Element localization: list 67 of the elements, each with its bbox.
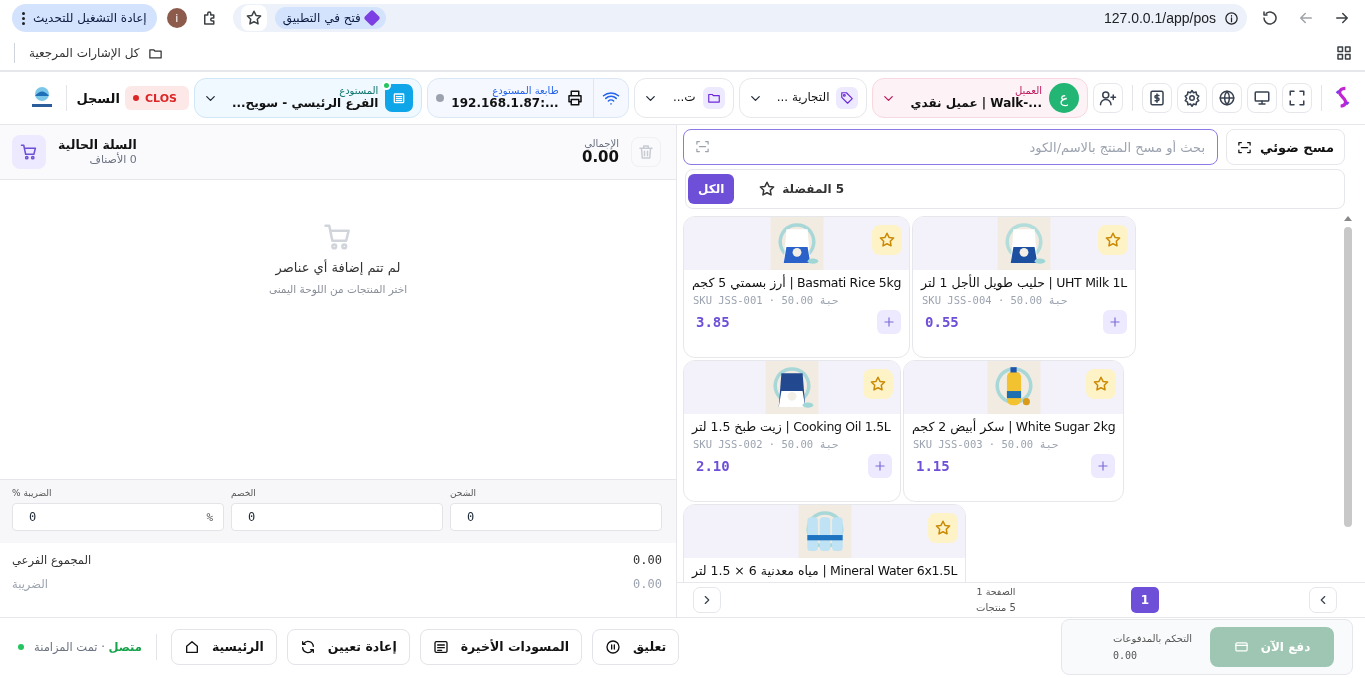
category-dropdown[interactable]: ت... bbox=[633, 78, 734, 118]
customer-selector[interactable]: ع العميل عميل نقدي | Walk-... bbox=[872, 78, 1088, 118]
address-text: 127.0.0.1/app/pos bbox=[1103, 10, 1216, 26]
total-value: 0.00 bbox=[582, 149, 619, 167]
page-button[interactable]: 1 bbox=[1131, 587, 1159, 613]
summary-label: المجموع الفرعي bbox=[12, 553, 92, 567]
field-value: 0 bbox=[29, 510, 37, 524]
cart-item-count: 0 الأصناف bbox=[88, 152, 137, 168]
brand-dropdown[interactable]: التجارية ... bbox=[738, 78, 868, 118]
reset-button[interactable]: إعادة تعيين bbox=[286, 628, 410, 665]
warehouse-selector[interactable]: المستودع الفرع الرئيسي - سويح... bbox=[193, 78, 423, 118]
field-value: 0 bbox=[467, 510, 475, 524]
filter-tab[interactable]: 5 المفضلة bbox=[748, 174, 855, 204]
cart-title: السلة الحالية bbox=[58, 136, 137, 152]
register-label: السجل bbox=[76, 90, 120, 106]
number-field[interactable]: 0 % bbox=[12, 503, 224, 531]
field-label: المستودع bbox=[339, 85, 379, 97]
total-label: الإجمالي bbox=[584, 137, 619, 150]
product-price: 1.15 bbox=[916, 458, 950, 474]
field-value: 192.168.1.87:... bbox=[451, 96, 559, 111]
field-value: عميل نقدي | Walk-... bbox=[910, 96, 1042, 111]
payment-label: التحكم بالمدفوعات bbox=[1113, 632, 1192, 644]
summary-value: 0.00 bbox=[633, 553, 662, 567]
field-value: التجارية ... bbox=[776, 91, 830, 105]
product-meta: SKU JSS-003 · 50.00 حبة bbox=[912, 437, 1060, 452]
product-meta: SKU JSS-001 · 50.00 حبة bbox=[692, 293, 840, 308]
field-value: ت... bbox=[672, 91, 696, 105]
field-label: الضريبة % bbox=[12, 488, 53, 498]
page-label: الصفحة 1 bbox=[976, 585, 1016, 600]
product-meta: SKU JSS-002 · 50.00 حبة bbox=[692, 437, 840, 452]
field-label: طابعة المستودع bbox=[492, 85, 559, 97]
product-name: Cooking Oil 1.5L | زيت طبخ 1.5 لتر bbox=[690, 418, 892, 436]
product-price: 2.10 bbox=[696, 458, 730, 474]
sync-status: متصل · تمت المزامنة bbox=[34, 639, 142, 654]
product-price: 0.55 bbox=[925, 314, 959, 330]
scan-button[interactable]: مسح ضوئي bbox=[1226, 129, 1345, 165]
customer-avatar: ع bbox=[1049, 83, 1079, 113]
product-card[interactable]: Mineral Water 6x1.5L | مياه معدنية 6 × 1.5 لتر bbox=[683, 504, 967, 582]
payment-amount: 0.00 bbox=[1113, 649, 1138, 661]
number-field[interactable]: 0 bbox=[450, 503, 662, 531]
field-value: 0 bbox=[248, 510, 256, 524]
field-label: الشحن bbox=[450, 488, 477, 498]
profile-avatar[interactable]: i bbox=[166, 8, 187, 28]
product-name: Mineral Water 6x1.5L | مياه معدنية 6 × 1.5 لتر bbox=[690, 562, 959, 580]
filter-tab[interactable]: الكل bbox=[688, 174, 735, 204]
field-value: الفرع الرئيسي - سويح... bbox=[231, 96, 379, 111]
home-button[interactable]: الرئيسية bbox=[170, 628, 277, 665]
bookmarks-folder[interactable]: كل الإشارات المرجعية bbox=[14, 43, 163, 63]
product-count: 5 منتجات bbox=[976, 600, 1016, 615]
product-price: 3.85 bbox=[696, 314, 730, 330]
restart-button[interactable]: إعادة التشغيل للتحديث bbox=[12, 4, 157, 32]
hold-button[interactable]: تعليق bbox=[592, 628, 680, 665]
product-name: Basmati Rice 5kg | أرز بسمتي 5 كجم bbox=[691, 273, 903, 292]
product-meta: SKU JSS-004 · 50.00 حبة bbox=[921, 293, 1069, 308]
field-label: الخصم bbox=[231, 488, 257, 498]
number-field[interactable]: 0 bbox=[231, 503, 443, 531]
percent-suffix: % bbox=[206, 510, 213, 524]
product-name: UHT Milk 1L | حليب طويل الأجل 1 لتر bbox=[919, 273, 1128, 292]
summary-value: 0.00 bbox=[633, 577, 662, 591]
open-in-app-button[interactable]: فتح في التطبيق bbox=[274, 7, 386, 29]
product-name: White Sugar 2kg | سكر أبيض 2 كجم bbox=[911, 417, 1117, 436]
field-label: العميل bbox=[1013, 85, 1042, 97]
empty-cart-hint: اختر المنتجات من اللوحة اليمنى bbox=[268, 283, 408, 295]
register-status-badge: CLOS bbox=[124, 86, 189, 110]
empty-cart-title: لم تتم إضافة أي عناصر bbox=[275, 260, 401, 275]
summary-label: الضريبة bbox=[12, 577, 48, 591]
recent-drafts-button[interactable]: المسودات الأخيرة bbox=[419, 628, 583, 665]
